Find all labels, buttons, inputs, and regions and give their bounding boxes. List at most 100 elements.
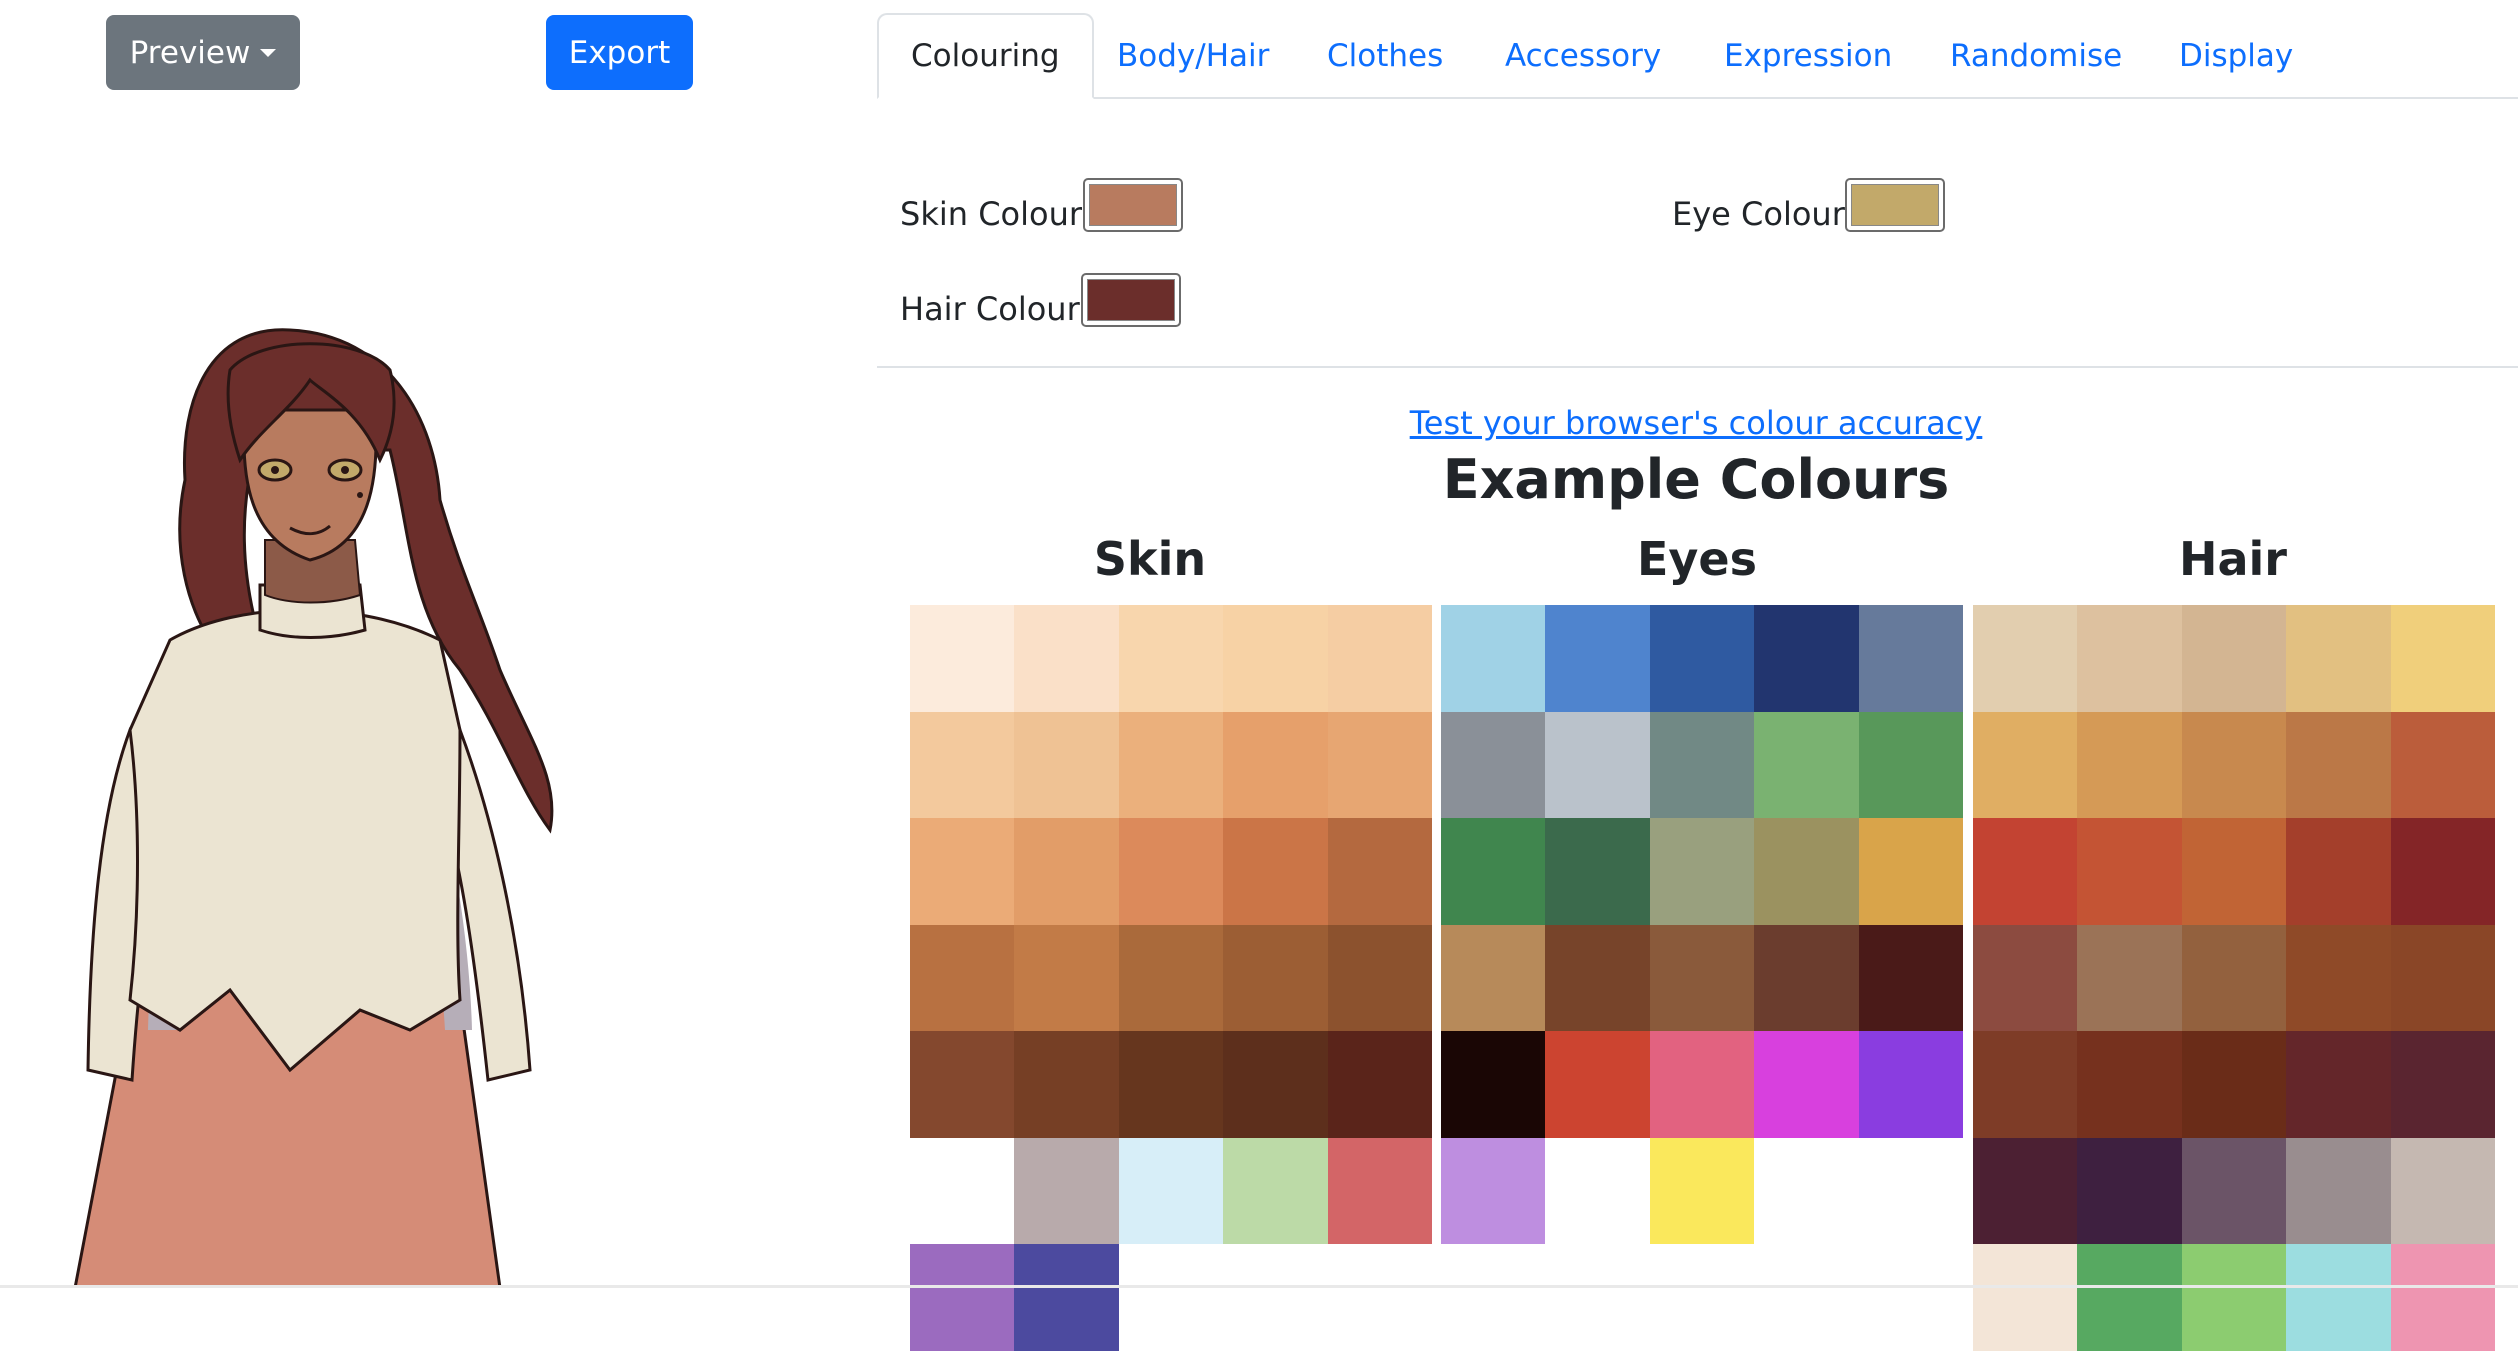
colour-accuracy-link[interactable]: Test your browser's colour accuracy [1000,404,2392,442]
skin-swatch[interactable] [910,924,1015,1031]
eye-swatch[interactable] [1754,924,1859,1031]
hair-swatch[interactable] [2286,1031,2391,1138]
skin-swatch[interactable] [1014,1137,1119,1244]
hair-swatch[interactable] [1973,1031,2078,1138]
hair-swatch[interactable] [2286,818,2391,925]
tab-display[interactable]: Display [2179,13,2293,99]
hair-swatch[interactable] [2181,1137,2287,1244]
hair-swatch[interactable] [2390,1244,2495,1351]
eye-swatch[interactable] [1754,711,1859,818]
skin-swatch[interactable] [1118,1031,1224,1138]
eye-swatch[interactable] [1441,1137,1546,1244]
eye-swatch[interactable] [1545,924,1650,1031]
tab-body-hair[interactable]: Body/Hair [1117,13,1269,99]
tab-randomise[interactable]: Randomise [1950,13,2122,99]
eye-swatch[interactable] [1545,711,1650,818]
skin-swatch[interactable] [1118,711,1224,818]
tab-expression[interactable]: Expression [1724,13,1892,99]
eye-swatch[interactable] [1858,1031,1963,1138]
eye-swatch[interactable] [1858,711,1963,818]
skin-swatch[interactable] [1223,818,1328,925]
skin-swatch[interactable] [1223,924,1328,1031]
eye-swatch[interactable] [1441,818,1546,925]
eye-swatch[interactable] [1754,818,1859,925]
eye-swatch[interactable] [1545,1031,1650,1138]
skin-swatch[interactable] [1223,1031,1328,1138]
skin-swatch[interactable] [1327,1137,1432,1244]
hair-swatch[interactable] [2077,605,2182,712]
hair-swatch[interactable] [2286,924,2391,1031]
skin-swatch[interactable] [910,1031,1015,1138]
hair-swatch[interactable] [1973,605,2078,712]
hair-swatch[interactable] [2390,711,2495,818]
skin-swatch[interactable] [1014,1244,1119,1351]
skin-swatch[interactable] [1327,924,1432,1031]
eye-swatch[interactable] [1649,1031,1755,1138]
hair-swatch[interactable] [2390,924,2495,1031]
hair-swatch[interactable] [2390,1031,2495,1138]
eye-swatch[interactable] [1754,605,1859,712]
hair-swatch[interactable] [2077,818,2182,925]
eye-swatch[interactable] [1858,605,1963,712]
eye-swatch[interactable] [1649,818,1755,925]
hair-swatch[interactable] [2181,818,2287,925]
eye-swatch[interactable] [1649,711,1755,818]
hair-swatch[interactable] [2077,711,2182,818]
hair-swatch[interactable] [1973,924,2078,1031]
skin-swatch[interactable] [1327,1031,1432,1138]
skin-swatch[interactable] [1327,605,1432,712]
hair-swatch[interactable] [2077,1244,2182,1351]
hair-swatch[interactable] [2286,605,2391,712]
hair-swatch[interactable] [2181,1031,2287,1138]
skin-colour-picker[interactable] [1083,178,1183,232]
skin-swatch[interactable] [1118,924,1224,1031]
hair-swatch[interactable] [1973,818,2078,925]
skin-swatch[interactable] [1223,1137,1328,1244]
skin-swatch[interactable] [1327,711,1432,818]
hair-swatch[interactable] [2077,1137,2182,1244]
eye-swatch[interactable] [1858,818,1963,925]
skin-swatch[interactable] [1118,818,1224,925]
skin-swatch[interactable] [1014,924,1119,1031]
skin-swatch[interactable] [910,711,1015,818]
hair-swatch[interactable] [1973,711,2078,818]
hair-swatch[interactable] [2181,711,2287,818]
eye-swatch[interactable] [1441,1031,1546,1138]
skin-swatch[interactable] [1014,818,1119,925]
eye-swatch[interactable] [1649,605,1755,712]
export-button[interactable]: Export [546,15,693,90]
skin-swatch[interactable] [910,818,1015,925]
eye-swatch[interactable] [1545,605,1650,712]
eye-swatch[interactable] [1649,924,1755,1031]
skin-swatch[interactable] [1014,605,1119,712]
hair-colour-picker[interactable] [1081,273,1181,327]
tab-accessory[interactable]: Accessory [1505,13,1661,99]
hair-swatch[interactable] [2077,924,2182,1031]
eye-swatch[interactable] [1545,818,1650,925]
hair-swatch[interactable] [2181,924,2287,1031]
eye-swatch[interactable] [1441,924,1546,1031]
hair-swatch[interactable] [2181,1244,2287,1351]
hair-swatch[interactable] [2390,818,2495,925]
skin-swatch[interactable] [1014,1031,1119,1138]
hair-swatch[interactable] [2286,711,2391,818]
skin-swatch[interactable] [1118,605,1224,712]
eye-swatch[interactable] [1441,711,1546,818]
eye-swatch[interactable] [1754,1031,1859,1138]
hair-swatch[interactable] [2286,1244,2391,1351]
tab-colouring[interactable]: Colouring [877,13,1094,99]
hair-swatch[interactable] [1973,1244,2078,1351]
skin-swatch[interactable] [910,1244,1015,1351]
preview-dropdown-button[interactable]: Preview [106,15,300,90]
hair-swatch[interactable] [1973,1137,2078,1244]
hair-swatch[interactable] [2181,605,2287,712]
eye-swatch[interactable] [1649,1137,1755,1244]
tab-clothes[interactable]: Clothes [1327,13,1443,99]
hair-swatch[interactable] [2390,605,2495,712]
hair-swatch[interactable] [2077,1031,2182,1138]
skin-swatch[interactable] [1223,711,1328,818]
skin-swatch[interactable] [910,605,1015,712]
hair-swatch[interactable] [2286,1137,2391,1244]
skin-swatch[interactable] [1327,818,1432,925]
hair-swatch[interactable] [2390,1137,2495,1244]
